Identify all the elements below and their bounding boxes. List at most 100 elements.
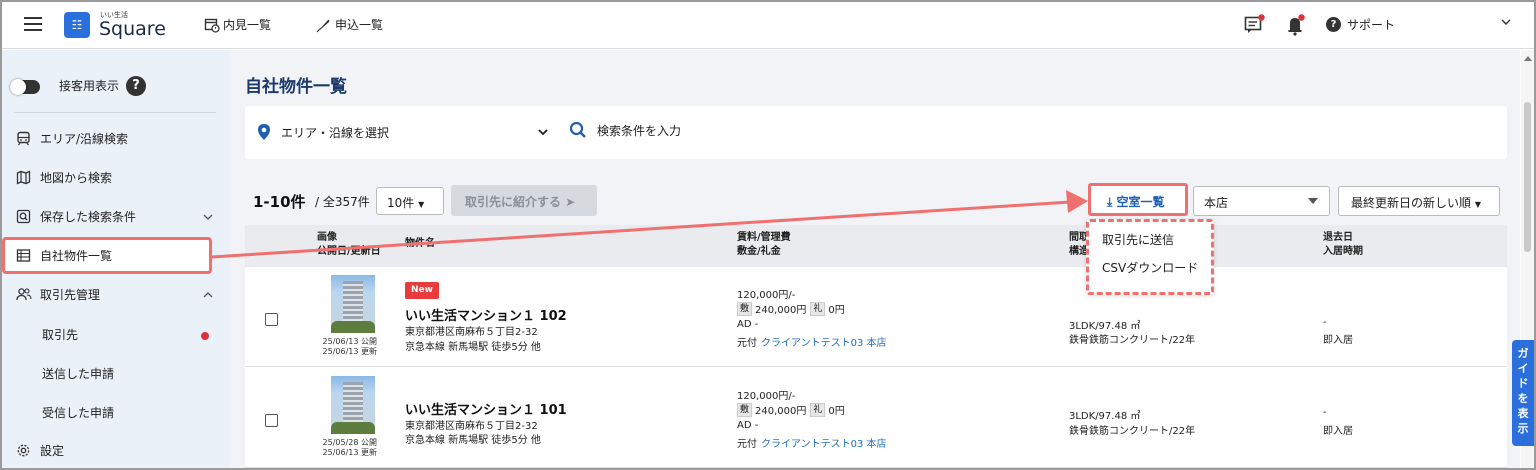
store-select-label: 本店: [1204, 196, 1229, 210]
sidebar: 接客用表示 ? エリア/沿線検索 地図から検索 保存した検索条件 自社物件一覧 …: [2, 50, 230, 468]
layout-value: 3LDK/97.48 ㎡: [1069, 321, 1141, 332]
sidebar-item-partner-management[interactable]: 取引先管理: [16, 286, 216, 303]
property-address: 東京都港区南麻布５丁目2-32: [405, 421, 538, 432]
vacancy-button-label: 空室一覧: [1116, 195, 1165, 209]
ad-value: AD -: [737, 420, 759, 431]
show-guide-tab[interactable]: ガイドを表示: [1512, 340, 1534, 446]
property-address: 東京都港区南麻布５丁目2-32: [405, 327, 538, 338]
structure-value: 鉄骨鉄筋コンクリート/22年: [1069, 426, 1196, 437]
owner-line: 元付 クライアントテスト03 本店: [737, 334, 887, 349]
map-icon: [16, 170, 31, 185]
scroll-thumb[interactable]: [1524, 102, 1531, 252]
sidebar-item-map-search[interactable]: 地図から検索: [16, 169, 216, 186]
scroll-up-arrow-icon[interactable]: [1524, 56, 1532, 61]
owner-link[interactable]: クライアントテスト03 本店: [761, 435, 887, 450]
owner-prefix: 元付: [737, 439, 757, 450]
property-photo[interactable]: [331, 376, 375, 434]
list-table-icon: [16, 249, 31, 262]
support-menu[interactable]: ? サポート: [1326, 16, 1395, 33]
help-icon[interactable]: ?: [126, 76, 146, 96]
area-select-label: エリア・沿線を選択: [281, 125, 390, 140]
main-content: 自社物件一覧 エリア・沿線を選択 検索条件を入力 1-10件 / 全357件 1…: [230, 50, 1520, 468]
per-page-select[interactable]: 10件 ▼: [376, 187, 444, 215]
chevron-down-icon[interactable]: [1500, 16, 1512, 28]
updated-date: 25/06/13 更新: [322, 347, 377, 356]
sidebar-divider: [14, 112, 216, 113]
move-in-value: 即入居: [1323, 426, 1353, 437]
train-icon: [17, 131, 30, 146]
menu-item-send-to-partner[interactable]: 取引先に送信: [1102, 231, 1174, 248]
keyword-search-input[interactable]: 検索条件を入力: [569, 121, 681, 139]
property-name[interactable]: いい生活マンション１ 102: [405, 305, 567, 324]
new-badge: New: [405, 282, 439, 299]
caret-down-icon: ▼: [1474, 200, 1481, 209]
customer-view-label: 接客用表示: [59, 79, 120, 93]
vacancy-dropdown-menu: 取引先に送信 CSVダウンロード: [1086, 219, 1214, 295]
sidebar-subitem-sent-requests[interactable]: 送信した申請: [42, 365, 114, 382]
bell-icon[interactable]: [1286, 14, 1306, 36]
published-date: 25/05/28 公開: [322, 438, 377, 447]
sidebar-item-saved-searches[interactable]: 保存した検索条件: [16, 208, 216, 225]
area-select[interactable]: エリア・沿線を選択: [257, 123, 389, 141]
support-label: サポート: [1347, 18, 1396, 32]
page-title: 自社物件一覧: [245, 77, 347, 97]
nav-application-label: 申込一覧: [335, 18, 384, 32]
sidebar-item-label: 地図から検索: [40, 171, 113, 185]
message-icon[interactable]: [1244, 14, 1266, 34]
th-deposit: 敷金/礼金: [737, 246, 781, 257]
rent-value: 120,000円/-: [737, 391, 796, 402]
vacancy-list-button[interactable]: ⤓ 空室一覧: [1088, 183, 1188, 216]
sidebar-subitem-partners[interactable]: 取引先: [42, 326, 78, 343]
row-checkbox[interactable]: [265, 414, 278, 427]
help-circle-icon: ?: [1326, 17, 1341, 32]
th-image: 画像: [317, 232, 337, 243]
table-row[interactable]: 25/06/13 公開 25/06/13 更新 New いい生活マンション１ 1…: [245, 267, 1507, 367]
logo-text[interactable]: Square: [99, 18, 166, 40]
sidebar-item-settings[interactable]: 設定: [16, 442, 216, 459]
chevron-down-icon: [203, 214, 213, 220]
chevron-up-icon: [203, 291, 213, 297]
layout-value: 3LDK/97.48 ㎡: [1069, 411, 1141, 422]
sidebar-item-label: 保存した検索条件: [40, 210, 137, 224]
caret-down-icon: [1308, 198, 1318, 204]
feather-pen-icon: [316, 19, 330, 32]
introduce-to-partner-button[interactable]: 取引先に紹介する ➤: [451, 185, 597, 216]
sidebar-item-area-search[interactable]: エリア/沿線検索: [16, 130, 216, 147]
owner-prefix: 元付: [737, 338, 757, 349]
chevron-down-icon[interactable]: [537, 126, 549, 138]
property-name[interactable]: いい生活マンション１ 101: [405, 399, 567, 418]
rent-value: 120,000円/-: [737, 290, 796, 301]
location-pin-icon: [258, 124, 270, 140]
th-dates: 公開日/更新日: [317, 246, 381, 257]
notification-dot: [201, 332, 209, 340]
customer-view-toggle[interactable]: [10, 79, 40, 95]
sort-select[interactable]: 最終更新日の新しい順 ▼: [1338, 186, 1500, 216]
search-bar: エリア・沿線を選択 検索条件を入力: [245, 106, 1507, 159]
key-money-value: 0円: [828, 406, 845, 417]
sidebar-item-label: 自社物件一覧: [40, 249, 113, 263]
row-checkbox[interactable]: [265, 313, 278, 326]
keyword-placeholder: 検索条件を入力: [597, 123, 682, 138]
menu-item-csv-download[interactable]: CSVダウンロード: [1102, 259, 1198, 276]
owner-link[interactable]: クライアントテスト03 本店: [761, 334, 887, 349]
sidebar-subitem-received-requests[interactable]: 受信した申請: [42, 404, 114, 421]
updated-date: 25/06/13 更新: [322, 448, 377, 457]
result-range: 1-10件: [253, 193, 306, 211]
deposit-line: 敷 240,000円 礼 0円: [737, 402, 845, 417]
table-header: 画像 公開日/更新日 物件名 賃料/管理費 敷金/礼金 間取 構造 退去日 入居…: [245, 225, 1507, 267]
intro-button-label: 取引先に紹介する: [465, 195, 562, 209]
property-photo[interactable]: [331, 275, 375, 333]
sidebar-item-own-properties[interactable]: 自社物件一覧: [16, 247, 216, 264]
property-station: 京急本線 新馬場駅 徒歩5分 他: [405, 342, 541, 353]
users-icon: [16, 288, 32, 301]
nav-viewing-label: 内見一覧: [223, 18, 272, 32]
nav-application-list[interactable]: 申込一覧: [316, 16, 383, 33]
search-icon: [569, 121, 586, 138]
nav-viewing-list[interactable]: 内見一覧: [204, 16, 271, 33]
download-icon: ⤓: [1107, 195, 1113, 209]
property-table: 画像 公開日/更新日 物件名 賃料/管理費 敷金/礼金 間取 構造 退去日 入居…: [245, 225, 1507, 468]
th-past: 退去日: [1323, 232, 1353, 243]
menu-icon[interactable]: [24, 17, 42, 31]
owner-line: 元付 クライアントテスト03 本店: [737, 435, 887, 450]
table-row[interactable]: 25/05/28 公開 25/06/13 更新 いい生活マンション１ 101 東…: [245, 368, 1507, 468]
